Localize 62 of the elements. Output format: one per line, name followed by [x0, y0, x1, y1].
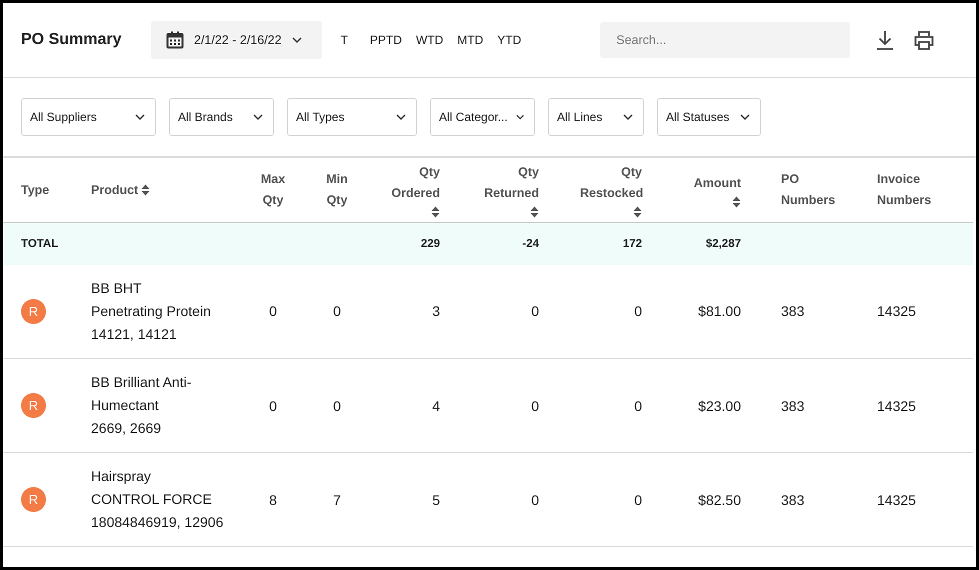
- period-tab[interactable]: T: [334, 33, 355, 47]
- table-cell: 383: [781, 398, 804, 414]
- column-header: Qty Ordered: [390, 164, 440, 202]
- table-cell: 0: [269, 303, 277, 320]
- column-header: Max Qty: [260, 171, 286, 209]
- filter-dropdown[interactable]: All Brands: [169, 98, 274, 136]
- table-cell: 7: [333, 492, 341, 508]
- table-cell: 0: [531, 303, 539, 320]
- table-cell: 0: [333, 398, 341, 414]
- table-cell: $81.00: [698, 303, 741, 320]
- period-tab[interactable]: YTD: [490, 33, 528, 47]
- table-cell: 14325: [877, 492, 916, 508]
- table-cell: 0: [531, 492, 539, 508]
- period-tab[interactable]: PPTD: [362, 33, 409, 47]
- filter-dropdown[interactable]: All Types: [287, 98, 417, 136]
- product-codes: 18084846919, 12906: [91, 513, 224, 532]
- product-name: BB BHT Penetrating Protein: [91, 278, 212, 321]
- page-title: PO Summary: [21, 31, 122, 49]
- column-header: Product: [91, 182, 138, 198]
- date-range-button[interactable]: 2/1/22 - 2/16/22: [151, 21, 322, 59]
- table-cell: 383: [781, 492, 804, 508]
- table-cell: $23.00: [698, 398, 741, 414]
- table-cell: $82.50: [698, 492, 741, 508]
- column-header: Type: [21, 182, 50, 199]
- type-badge: R: [21, 298, 46, 324]
- column-header: Qty Restocked: [580, 164, 642, 202]
- table-cell: 0: [531, 398, 539, 414]
- column-header: Min Qty: [325, 171, 349, 209]
- table-cell: 8: [269, 492, 277, 508]
- column-header: Amount: [694, 174, 741, 192]
- filter-dropdown[interactable]: All Categor...: [430, 98, 535, 136]
- column-header: Qty Returned: [483, 164, 539, 202]
- product-name: BB Brilliant Anti-Humectant: [91, 373, 192, 415]
- total-value: $2,287: [706, 238, 741, 250]
- table-cell: 0: [269, 398, 277, 414]
- table-cell: 0: [634, 492, 642, 508]
- table-cell: 0: [634, 303, 642, 320]
- filter-dropdown[interactable]: All Suppliers: [21, 98, 156, 136]
- column-header: Invoice Numbers: [877, 171, 932, 209]
- period-tab[interactable]: MTD: [450, 33, 490, 47]
- type-badge: R: [21, 393, 46, 418]
- total-label: TOTAL: [21, 238, 58, 250]
- table-cell: 14325: [877, 398, 916, 414]
- total-value: 172: [622, 238, 642, 250]
- table-cell: 383: [781, 303, 804, 320]
- table-cell: 14325: [877, 303, 916, 320]
- table-cell: 5: [432, 492, 440, 508]
- column-header: PO Numbers: [781, 171, 836, 209]
- period-tab[interactable]: WTD: [408, 33, 450, 47]
- filter-dropdown[interactable]: All Statuses: [657, 98, 761, 136]
- table-cell: 4: [432, 398, 440, 414]
- table-cell: 0: [634, 398, 642, 414]
- table-cell: 0: [333, 303, 341, 320]
- type-badge: R: [21, 487, 46, 512]
- product-codes: 2669, 2669: [91, 419, 162, 438]
- total-value: 229: [420, 238, 440, 250]
- search-field[interactable]: Search...: [600, 22, 850, 58]
- total-value: -24: [522, 238, 539, 250]
- product-name: Hairspray CONTROL FORCE: [91, 467, 213, 509]
- table-cell: 3: [432, 303, 440, 320]
- filter-dropdown[interactable]: All Lines: [548, 98, 644, 136]
- product-codes: 14121, 14121: [91, 324, 178, 344]
